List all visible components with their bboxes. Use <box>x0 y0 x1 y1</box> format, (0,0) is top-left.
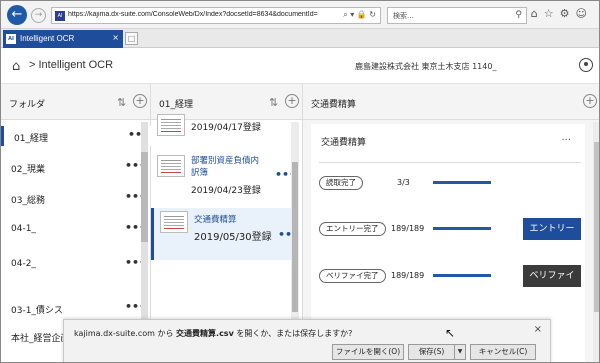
status-count: 189/189 <box>391 224 425 233</box>
folder-panel-title: フォルダ <box>9 100 46 110</box>
status-row: ベリファイ完了 189/189 ベリファイ <box>311 259 585 299</box>
sort-icon[interactable]: ⇅ <box>269 96 278 109</box>
document-thumbnail <box>160 211 188 233</box>
add-document-icon[interactable]: + <box>285 94 299 108</box>
document-item[interactable]: 2019/04/17登録 <box>151 114 291 146</box>
forward-button[interactable]: → <box>31 8 46 23</box>
folder-item[interactable]: 03_総務 ••• <box>1 188 151 208</box>
tab-intelligent-ocr[interactable]: AI Intelligent OCR × <box>3 30 123 48</box>
document-date: 2019/05/30登録 <box>194 232 272 243</box>
progress-bar <box>433 227 491 230</box>
folder-label: 02_現業 <box>11 165 45 175</box>
status-row: エントリー完了 189/189 エントリー <box>311 212 585 252</box>
folder-label: 03-1_債シス <box>11 306 63 316</box>
divider <box>319 162 581 163</box>
sort-icon[interactable]: ⇅ <box>117 96 126 109</box>
site-favicon-icon: AI <box>55 11 65 21</box>
status-count: 189/189 <box>391 271 425 280</box>
smiley-icon[interactable]: ☺ <box>576 7 593 20</box>
detail-panel-title: 交通費精算 <box>311 100 357 110</box>
settings-gear-icon[interactable]: ⚙ <box>560 7 576 20</box>
home-icon[interactable]: ⌂ <box>12 59 20 74</box>
folder-item[interactable]: 03-1_債シス ••• <box>1 298 151 318</box>
folder-item[interactable]: 01_経理 ••• <box>1 126 151 146</box>
download-site: kajima.dx-suite.com <box>74 329 155 338</box>
folder-label: 04-2_ <box>11 259 36 269</box>
folder-label: 本社_経営企画 <box>11 334 70 344</box>
browser-toolbar: ⌂☆⚙☺ <box>531 7 593 20</box>
search-placeholder: 検索... <box>393 12 414 20</box>
status-badge: エントリー完了 <box>319 222 386 236</box>
folder-item[interactable]: 02_現業 ••• <box>1 157 151 177</box>
document-name[interactable]: 部署別資産負債内訳簿 <box>191 155 267 179</box>
back-button[interactable]: ← <box>7 5 27 25</box>
document-item[interactable]: 部署別資産負債内訳簿 2019/04/23登録 ••• <box>151 152 296 208</box>
folder-item[interactable]: 04-1_ ••• <box>1 219 151 239</box>
document-panel-title: 01_経理 <box>159 100 193 110</box>
cancel-button[interactable]: キャンセル(C) <box>470 344 536 360</box>
mouse-cursor-icon: ↖ <box>445 326 456 340</box>
scrollbar-thumb[interactable] <box>141 152 148 242</box>
card-title: 交通費精算 <box>321 138 367 148</box>
download-message: kajima.dx-suite.com から 交通費精算.csv を開くか、また… <box>74 328 352 339</box>
folder-label: 01_経理 <box>14 134 48 144</box>
url-text[interactable]: https://kajima.dx-suite.com/ConsoleWeb/D… <box>68 11 318 18</box>
browser-search-input[interactable]: 検索... ⚲ <box>387 7 527 24</box>
app-header: ⌂ > Intelligent OCR 鹿島建設株式会社 東京土木支店 1140… <box>1 48 599 84</box>
address-bar: ← → AI https://kajima.dx-suite.com/Conso… <box>1 1 599 29</box>
download-file-name: 交通費精算.csv <box>176 329 234 338</box>
user-avatar-icon[interactable] <box>579 58 593 72</box>
url-tools[interactable]: ⌕ ▾ 🔒 ↻ <box>343 10 376 20</box>
browser-window: ← → AI https://kajima.dx-suite.com/Conso… <box>0 0 600 363</box>
download-notification-bar: kajima.dx-suite.com から 交通費精算.csv を開くか、また… <box>63 319 551 362</box>
document-date: 2019/04/17登録 <box>191 123 261 133</box>
open-file-button[interactable]: ファイルを開く(O) <box>332 344 404 360</box>
status-row: 読取完了 3/3 <box>311 166 585 206</box>
detail-panel-header: 交通費精算 + <box>303 84 599 120</box>
verify-button[interactable]: ベリファイ <box>523 265 581 287</box>
progress-bar <box>433 274 491 277</box>
tab-strip: AI Intelligent OCR × □ <box>1 29 599 48</box>
save-options-chevron-down-icon[interactable]: ▼ <box>454 344 466 360</box>
folder-label: 04-1_ <box>11 224 36 234</box>
add-folder-icon[interactable]: + <box>133 94 147 108</box>
home-icon[interactable]: ⌂ <box>531 7 544 20</box>
tab-title: Intelligent OCR <box>20 34 75 43</box>
breadcrumb[interactable]: > Intelligent OCR <box>29 59 113 71</box>
folder-panel-header: フォルダ ⇅ + <box>1 84 150 120</box>
add-icon[interactable]: + <box>583 94 597 108</box>
company-name: 鹿島建設株式会社 東京土木支店 1140_ <box>355 62 497 71</box>
document-item-selected[interactable]: 交通費精算 2019/05/30登録 ••• <box>151 208 299 260</box>
new-tab-button[interactable]: □ <box>125 32 138 45</box>
status-count: 3/3 <box>397 178 410 187</box>
detail-scrollbar[interactable] <box>593 122 599 362</box>
status-badge: ベリファイ完了 <box>319 269 386 283</box>
folder-item[interactable]: 04-2_ ••• <box>1 254 151 274</box>
card-more-icon[interactable]: ... <box>561 132 571 143</box>
progress-bar <box>433 181 491 184</box>
download-mid-text: から <box>154 329 177 338</box>
save-button[interactable]: 保存(S) <box>408 344 454 360</box>
close-icon[interactable]: × <box>534 324 542 335</box>
download-question: を開くか、または保存しますか? <box>233 329 353 338</box>
status-badge: 読取完了 <box>319 176 363 190</box>
folder-label: 03_総務 <box>11 196 45 206</box>
star-icon[interactable]: ☆ <box>544 7 560 20</box>
document-name[interactable]: 交通費精算 <box>194 214 237 226</box>
search-icon[interactable]: ⚲ <box>515 10 522 20</box>
document-date: 2019/04/23登録 <box>191 186 261 196</box>
tab-close-icon[interactable]: × <box>112 33 119 42</box>
tab-favicon-icon: AI <box>6 34 16 44</box>
document-thumbnail <box>157 155 185 177</box>
folder-scrollbar[interactable] <box>141 122 148 334</box>
url-field[interactable]: AI https://kajima.dx-suite.com/ConsoleWe… <box>51 7 381 24</box>
entry-button[interactable]: エントリー <box>523 218 581 240</box>
scrollbar-thumb[interactable] <box>292 162 298 312</box>
document-thumbnail <box>157 114 185 136</box>
scrollbar-thumb[interactable] <box>594 142 599 312</box>
